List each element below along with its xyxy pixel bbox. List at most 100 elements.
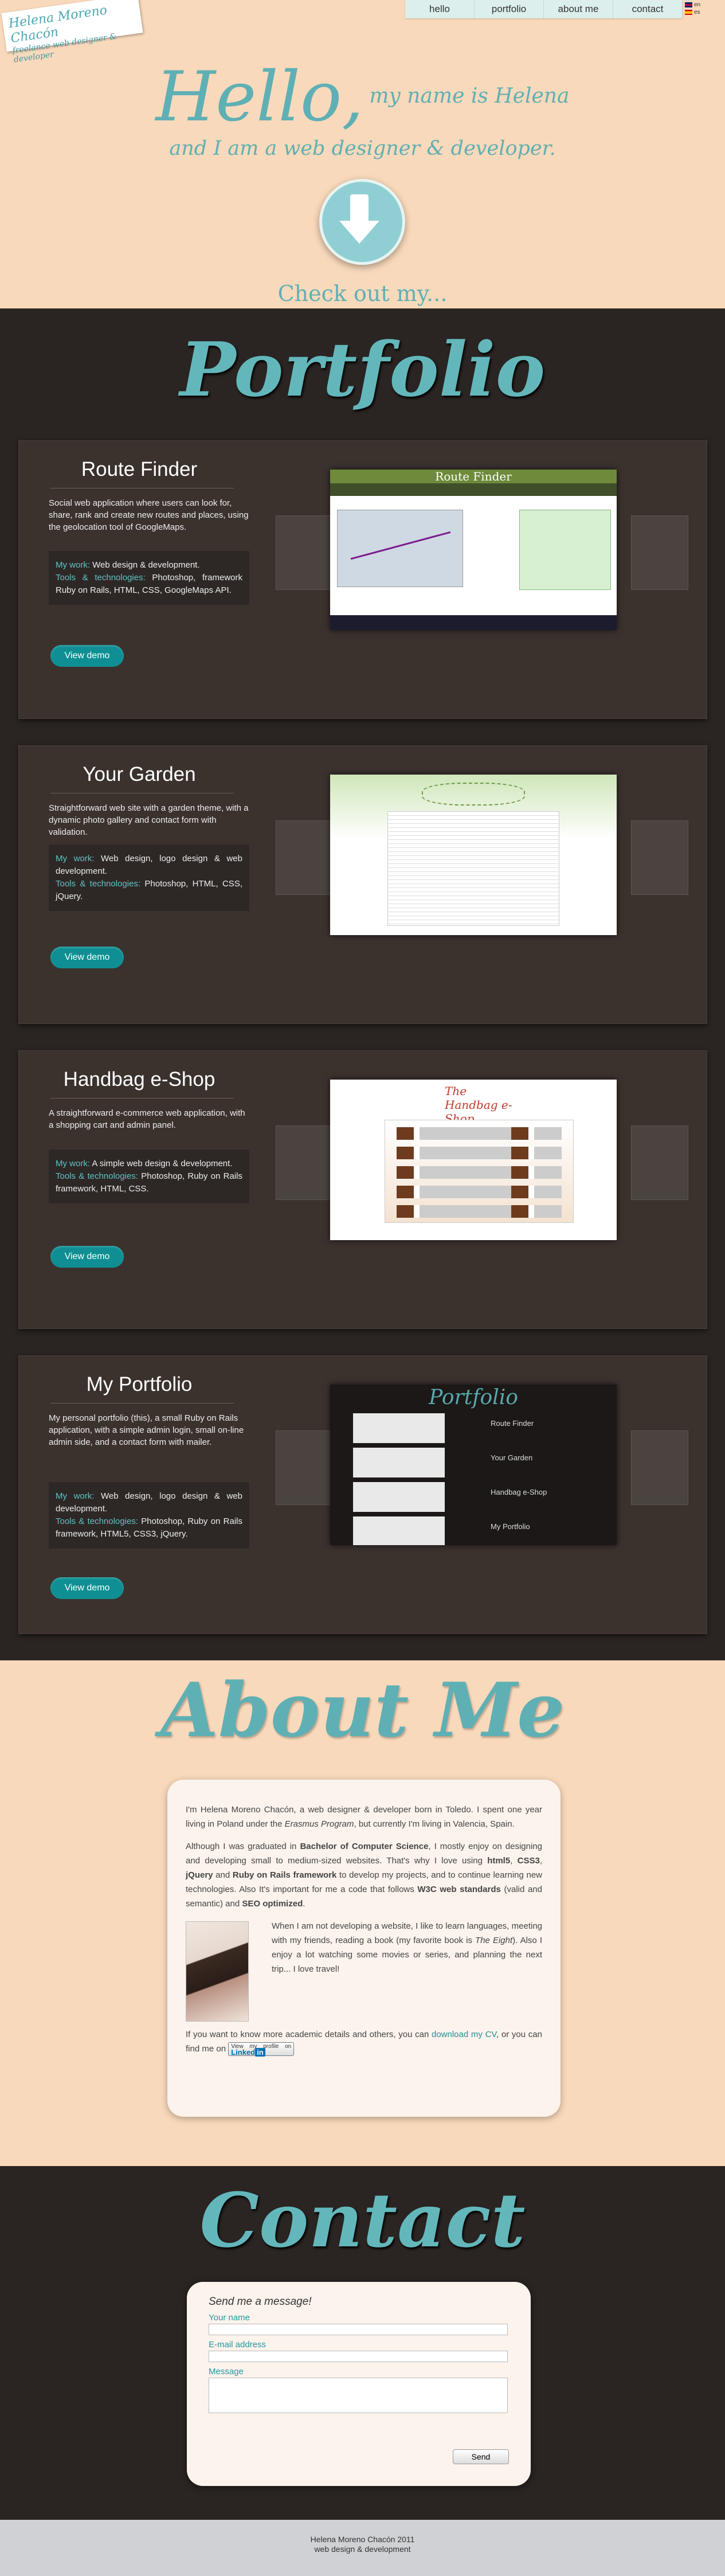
project-info-box: My work: A simple web design & developme…: [49, 1150, 249, 1203]
download-cv-link[interactable]: download my CV: [432, 2030, 496, 2039]
contact-title: Contact: [199, 2176, 526, 2264]
garden-page-content: [387, 811, 559, 926]
language-es[interactable]: es: [685, 9, 702, 16]
screenshot-carousel[interactable]: Portfolio Route Finder Your Garden Handb…: [276, 1385, 688, 1557]
footer-copyright: Helena Moreno Chacón 2011: [310, 2535, 415, 2544]
screenshot-carousel[interactable]: Route Finder: [276, 470, 688, 642]
contact-form: Send me a message! Your name E-mail addr…: [187, 2282, 531, 2486]
about-links: If you want to know more academic detail…: [186, 2030, 542, 2057]
profile-photo: [186, 1921, 249, 2022]
eshop-logo: The Handbag e-Shop: [445, 1084, 512, 1125]
screenshot-row: Handbag e-Shop: [353, 1482, 594, 1516]
project-description: Social web application where users can l…: [49, 498, 249, 532]
tools-label: Tools & technologies:: [56, 1516, 138, 1526]
project-card-my-portfolio: My Portfolio My personal portfolio (this…: [18, 1355, 707, 1634]
prev-screenshot[interactable]: [276, 1430, 333, 1505]
project-info-box: My work: Web design, logo design & web d…: [49, 845, 249, 911]
project-title: My Portfolio: [86, 1373, 193, 1396]
screenshot-row-label: My Portfolio: [491, 1522, 530, 1531]
screenshot-row-label: Your Garden: [491, 1453, 533, 1462]
view-demo-button[interactable]: View demo: [50, 645, 124, 667]
project-screenshot[interactable]: The Handbag e-Shop: [330, 1080, 617, 1240]
project-screenshot[interactable]: Portfolio Route Finder Your Garden Handb…: [330, 1385, 617, 1545]
about-section: About Me I'm Helena Moreno Chacón, a web…: [0, 1660, 725, 2166]
next-screenshot[interactable]: [631, 1430, 688, 1505]
prev-screenshot[interactable]: [276, 820, 333, 895]
language-en[interactable]: en: [685, 1, 702, 9]
prev-screenshot[interactable]: [276, 1125, 333, 1200]
portfolio-title: Portfolio: [179, 326, 546, 413]
work-text: A simple web design & development.: [92, 1159, 233, 1168]
project-description: My personal portfolio (this), a small Ru…: [49, 1413, 244, 1447]
screenshot-row: Your Garden: [353, 1448, 594, 1482]
next-screenshot[interactable]: [631, 1125, 688, 1200]
project-title: Route Finder: [81, 458, 198, 480]
view-demo-button[interactable]: View demo: [50, 947, 124, 968]
about-intro: I'm Helena Moreno Chacón, a web designer…: [186, 1805, 542, 1829]
work-label: My work:: [56, 1159, 90, 1168]
screenshot-row: My Portfolio: [353, 1516, 594, 1545]
send-button[interactable]: Send: [453, 2449, 509, 2464]
email-label: E-mail address: [209, 2340, 267, 2350]
nav-item-contact[interactable]: contact: [613, 0, 683, 18]
work-label: My work:: [56, 1491, 95, 1501]
message-field[interactable]: [209, 2378, 508, 2413]
hello-section: Hello, my name is Helena and I am a web …: [0, 57, 725, 160]
message-label: Message: [209, 2367, 244, 2376]
project-card-handbag-eshop: Handbag e-Shop A straightforward e-comme…: [18, 1050, 707, 1329]
nav-item-portfolio[interactable]: portfolio: [475, 0, 544, 18]
project-title: Handbag e-Shop: [63, 1068, 215, 1090]
screenshot-header: Route Finder: [330, 470, 617, 483]
next-screenshot[interactable]: [631, 515, 688, 590]
project-info-box: My work: Web design, logo design & web d…: [49, 1482, 249, 1549]
logo[interactable]: Helena Moreno Chacón freelance web desig…: [1, 0, 143, 65]
language-en-label: en: [694, 2, 701, 8]
linkedin-profile-badge[interactable]: View my profile on Linked in: [228, 2042, 295, 2057]
tools-label: Tools & technologies:: [56, 1171, 138, 1181]
screenshot-title: Portfolio: [429, 1386, 518, 1409]
tools-label: Tools & technologies:: [56, 879, 141, 889]
language-es-label: es: [694, 9, 700, 15]
divider: [50, 1098, 234, 1099]
hello-role-line: and I am a web designer & developer.: [169, 137, 556, 160]
footer: Helena Moreno Chacón 2011 web design & d…: [0, 2520, 725, 2576]
hello-name-line: my name is Helena: [369, 84, 570, 108]
work-label: My work:: [56, 854, 95, 863]
name-field[interactable]: [209, 2324, 508, 2335]
project-description: A straightforward e-commerce web applica…: [49, 1108, 245, 1130]
uk-flag-icon: [685, 2, 692, 7]
tools-label: Tools & technologies:: [56, 573, 146, 583]
view-demo-button[interactable]: View demo: [50, 1246, 124, 1268]
project-card-your-garden: Your Garden Straightforward web site wit…: [18, 745, 707, 1024]
linkedin-icon: in: [255, 2048, 265, 2057]
nav-item-hello[interactable]: hello: [405, 0, 475, 18]
about-card: I'm Helena Moreno Chacón, a web designer…: [167, 1780, 561, 2117]
project-screenshot[interactable]: [330, 775, 617, 935]
screenshot-carousel[interactable]: The Handbag e-Shop: [276, 1080, 688, 1252]
work-label: My work:: [56, 560, 90, 570]
work-text: Web design & development.: [92, 560, 200, 570]
screenshot-nav-bar: [330, 483, 617, 496]
about-skills: Although I was graduated in Bachelor of …: [186, 1842, 543, 1909]
next-screenshot[interactable]: [631, 820, 688, 895]
footer-tagline: web design & development: [314, 2544, 411, 2554]
nav-item-about-me[interactable]: about me: [544, 0, 613, 18]
handbag-catalog: [385, 1120, 574, 1223]
email-field[interactable]: [209, 2351, 508, 2362]
about-title: About Me: [160, 1666, 565, 1754]
project-screenshot[interactable]: Route Finder: [330, 470, 617, 630]
linkedin-logo-text: Linked: [231, 2048, 256, 2057]
screenshot-carousel[interactable]: [276, 775, 688, 947]
top-nav: hello portfolio about me contact: [405, 0, 683, 18]
portfolio-section: Portfolio Route Finder Social web applic…: [0, 308, 725, 1660]
project-card-route-finder: Route Finder Social web application wher…: [18, 440, 707, 719]
scroll-down-arrow-icon[interactable]: [319, 179, 405, 265]
view-demo-button[interactable]: View demo: [50, 1577, 124, 1599]
contact-heading: Send me a message!: [209, 2296, 312, 2308]
language-switcher: en es: [685, 1, 702, 16]
prev-screenshot[interactable]: [276, 515, 333, 590]
project-info-box: My work: Web design & development. Tools…: [49, 551, 249, 605]
spain-flag-icon: [685, 9, 692, 15]
name-label: Your name: [209, 2313, 250, 2323]
project-title: Your Garden: [83, 763, 196, 785]
